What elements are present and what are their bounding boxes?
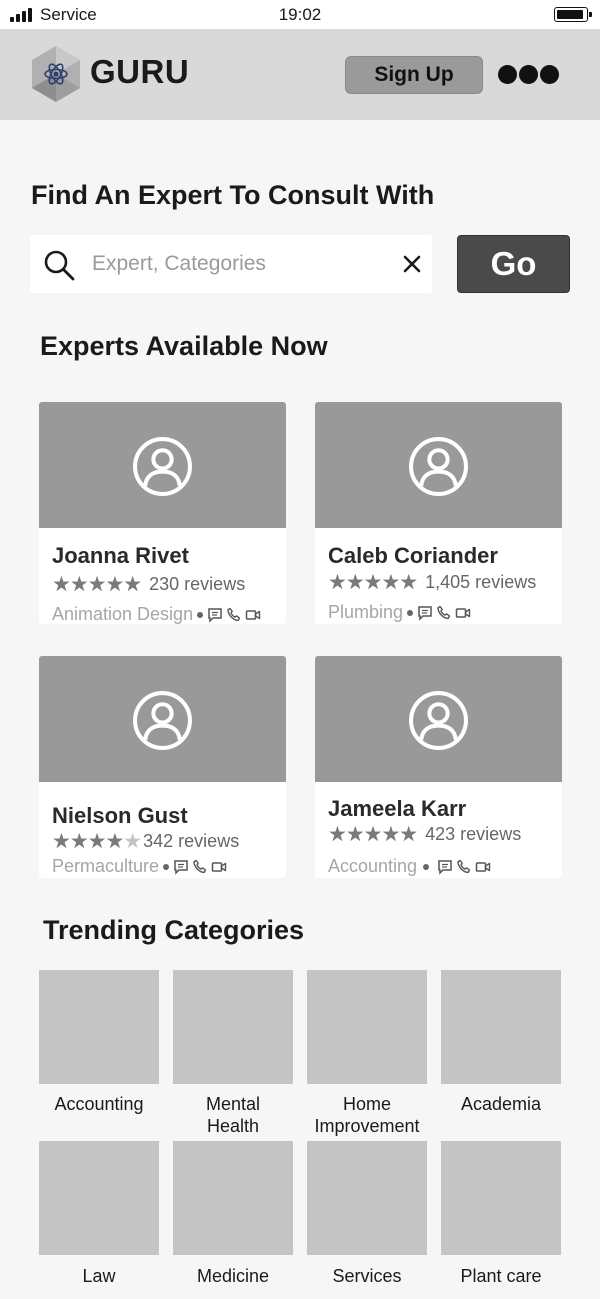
- online-dot: [163, 863, 170, 870]
- review-count: 342 reviews: [143, 831, 240, 851]
- search-title: Find An Expert To Consult With: [31, 180, 435, 210]
- category-image: [307, 1141, 427, 1255]
- expert-photo: [39, 402, 286, 528]
- online-dot: [197, 611, 204, 618]
- star-rating: ★★★★★★★★★★: [328, 823, 418, 846]
- rating-row: ★★★★★ ★★★★★ 1,405 reviews: [328, 572, 536, 593]
- category-image: [173, 1141, 293, 1255]
- video-icon[interactable]: [475, 859, 491, 875]
- expert-photo: [39, 656, 286, 782]
- more-dots-icon[interactable]: [496, 65, 562, 85]
- expert-name: Nielson Gust: [52, 803, 188, 828]
- expert-name: Joanna Rivet: [52, 543, 189, 568]
- phone-icon[interactable]: [192, 859, 208, 875]
- online-dot: [407, 609, 414, 616]
- video-icon[interactable]: [245, 607, 261, 623]
- expert-meta: Accounting: [328, 856, 494, 877]
- expert-category: Animation Design: [52, 604, 194, 624]
- expert-card[interactable]: Joanna Rivet ★★★★★ ★★★★★ 230 reviews Anim…: [39, 402, 286, 624]
- star-rating: ★★★★★★★★★★: [328, 571, 418, 594]
- expert-name: Jameela Karr: [328, 796, 467, 821]
- star-rating: ★★★★★★★★★★: [52, 830, 142, 853]
- expert-card[interactable]: Caleb Coriander ★★★★★ ★★★★★ 1,405 reviews…: [315, 402, 562, 624]
- category-tile[interactable]: Accounting: [39, 970, 159, 1115]
- expert-meta: Animation Design: [52, 604, 264, 624]
- review-count: 423 reviews: [425, 824, 522, 844]
- category-label: Mental Health: [205, 1094, 261, 1136]
- category-image: [441, 970, 561, 1084]
- category-image: [441, 1141, 561, 1255]
- hexagon-atom-logo[interactable]: [30, 45, 82, 103]
- user-avatar-icon: [133, 437, 192, 496]
- rating-row: ★★★★★ ★★★★★ 230 reviews: [52, 574, 245, 595]
- star-rating: ★★★★★★★★★★: [52, 573, 142, 596]
- expert-category: Permaculture: [52, 856, 160, 876]
- expert-card[interactable]: Nielson Gust ★★★★★★★★★★ 342 reviews Perm…: [39, 656, 286, 878]
- status-bar: Service 19:02: [0, 0, 600, 29]
- chat-icon[interactable]: [437, 859, 453, 875]
- review-count: 230 reviews: [149, 574, 246, 594]
- online-dot: [423, 863, 430, 870]
- rating-row: ★★★★★★★★★★ 342 reviews: [52, 831, 239, 852]
- category-label: Plant care: [460, 1266, 542, 1286]
- expert-card[interactable]: Jameela Karr ★★★★★ ★★★★★ 423 reviews Acco…: [315, 656, 562, 878]
- category-tile[interactable]: Plant care: [441, 1141, 561, 1287]
- category-image: [39, 1141, 159, 1255]
- user-avatar-icon: [133, 691, 192, 750]
- category-tile[interactable]: Home Improvement: [307, 970, 427, 1137]
- categories-title: Trending Categories: [43, 915, 305, 945]
- expert-photo: [315, 402, 562, 528]
- category-image: [173, 970, 293, 1084]
- brand-name: GURU: [90, 53, 190, 90]
- category-label: Accounting: [54, 1094, 144, 1114]
- category-label: Medicine: [196, 1266, 270, 1286]
- category-label: Academia: [460, 1094, 542, 1114]
- chat-icon[interactable]: [417, 605, 433, 621]
- status-time: 19:02: [278, 5, 322, 24]
- category-tile[interactable]: Medicine: [173, 1141, 293, 1287]
- video-icon[interactable]: [455, 605, 471, 621]
- sign-up-button[interactable]: Sign Up: [345, 56, 483, 94]
- phone-icon[interactable]: [226, 607, 242, 623]
- category-label: Home Improvement: [314, 1094, 420, 1136]
- search-input[interactable]: [92, 248, 392, 280]
- search-box[interactable]: [30, 235, 432, 293]
- chat-icon[interactable]: [207, 607, 223, 623]
- search-icon: [44, 250, 75, 281]
- expert-name: Caleb Coriander: [328, 543, 498, 568]
- category-tile[interactable]: Mental Health: [173, 970, 293, 1137]
- user-avatar-icon: [409, 437, 468, 496]
- category-tile[interactable]: Academia: [441, 970, 561, 1115]
- phone-icon[interactable]: [436, 605, 452, 621]
- category-image: [39, 970, 159, 1084]
- category-image: [307, 970, 427, 1084]
- category-label: Law: [82, 1266, 116, 1286]
- expert-category: Accounting: [328, 856, 418, 876]
- expert-meta: Permaculture: [52, 856, 230, 877]
- expert-meta: Plumbing: [328, 602, 474, 623]
- app-header: GURU Sign Up: [0, 29, 600, 120]
- rating-row: ★★★★★ ★★★★★ 423 reviews: [328, 824, 521, 845]
- close-icon[interactable]: [402, 254, 422, 274]
- category-tile[interactable]: Services: [307, 1141, 427, 1287]
- battery-icon: [554, 7, 592, 22]
- expert-category: Plumbing: [328, 602, 404, 622]
- go-button[interactable]: Go: [457, 235, 570, 293]
- expert-photo: [315, 656, 562, 782]
- chat-icon[interactable]: [173, 859, 189, 875]
- phone-icon[interactable]: [456, 859, 472, 875]
- user-avatar-icon: [409, 691, 468, 750]
- review-count: 1,405 reviews: [425, 572, 537, 592]
- experts-title: Experts Available Now: [40, 331, 328, 361]
- category-label: Services: [332, 1266, 402, 1286]
- category-tile[interactable]: Law: [39, 1141, 159, 1287]
- video-icon[interactable]: [211, 859, 227, 875]
